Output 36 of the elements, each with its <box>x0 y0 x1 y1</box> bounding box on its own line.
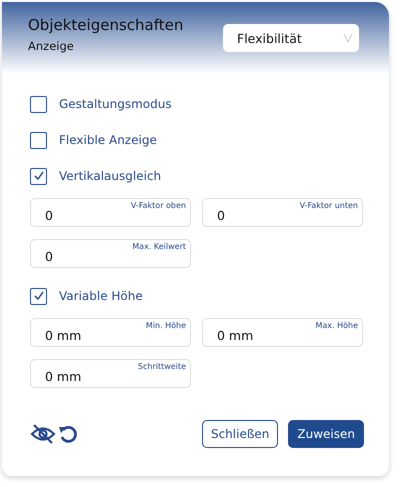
input-field[interactable]: Max. Keilwert 0 <box>30 239 191 268</box>
dialog-title: Objekteigenschaften <box>28 16 184 34</box>
field-label: V-Faktor unten <box>300 201 358 210</box>
reset-icon[interactable] <box>58 424 78 444</box>
chevron-down-icon <box>343 32 353 44</box>
input-field[interactable]: Min. Höhe 0 mm <box>30 318 191 347</box>
checkbox-label: Vertikalausgleich <box>59 169 162 183</box>
input-field[interactable]: Max. Höhe 0 mm <box>202 318 363 347</box>
checkmark-icon <box>32 169 46 183</box>
checkbox-label: Gestaltungsmodus <box>59 97 172 111</box>
checkbox[interactable] <box>30 168 47 184</box>
input-field[interactable]: V-Faktor unten 0 <box>202 198 363 227</box>
field-label: V-Faktor oben <box>130 201 186 210</box>
checkbox[interactable] <box>30 132 47 148</box>
dialog-subtitle: Anzeige <box>28 39 75 53</box>
field-value: 0 <box>45 208 53 223</box>
field-value: 0 <box>45 249 53 264</box>
input-field[interactable]: Schrittweite 0 mm <box>30 359 191 388</box>
field-label: Max. Keilwert <box>132 242 186 251</box>
checkbox-label: Variable Höhe <box>59 289 143 303</box>
field-label: Max. Höhe <box>315 321 358 330</box>
checkmark-icon <box>32 289 46 303</box>
close-button[interactable]: Schließen <box>202 420 278 448</box>
field-value: 0 mm <box>217 328 254 343</box>
field-label: Min. Höhe <box>146 321 186 330</box>
category-dropdown[interactable]: Flexibilität <box>223 24 359 52</box>
checkbox-label: Flexible Anzeige <box>59 133 157 147</box>
field-label: Schrittweite <box>138 362 186 371</box>
field-value: 0 <box>217 208 225 223</box>
field-value: 0 mm <box>45 369 82 384</box>
checkbox[interactable] <box>30 96 47 112</box>
field-value: 0 mm <box>45 328 82 343</box>
assign-button[interactable]: Zuweisen <box>288 420 364 448</box>
checkbox[interactable] <box>30 288 47 304</box>
hidden-eye-icon[interactable] <box>30 424 56 444</box>
input-field[interactable]: V-Faktor oben 0 <box>30 198 191 227</box>
